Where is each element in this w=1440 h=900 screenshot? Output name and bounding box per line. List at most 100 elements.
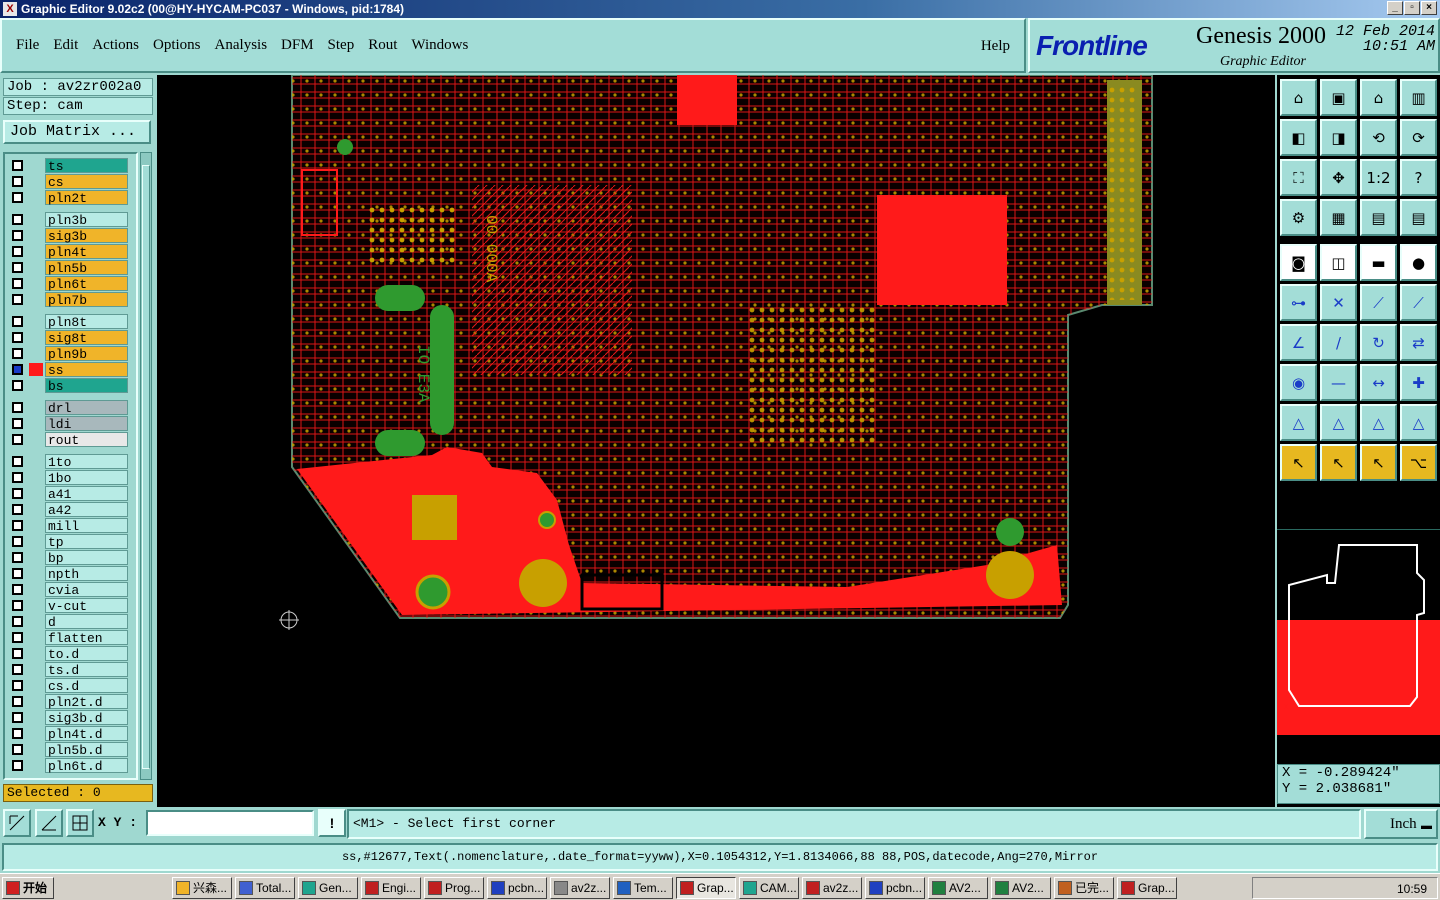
query-icon[interactable]: ? xyxy=(1400,159,1437,196)
layer-checkbox[interactable] xyxy=(12,160,23,171)
select-b-icon[interactable]: ↖ xyxy=(1360,444,1397,481)
layer-row-pln5b.d[interactable]: pln5b.d xyxy=(8,742,128,758)
menu-step[interactable]: Step xyxy=(328,37,355,54)
layer-row-pln6t[interactable]: pln6t xyxy=(8,276,128,292)
taskbar-item[interactable]: Grap... xyxy=(676,877,736,899)
flip-icon[interactable]: ⇄ xyxy=(1400,324,1437,361)
taskbar-item[interactable]: Gen... xyxy=(298,877,358,899)
arc-icon[interactable]: ↻ xyxy=(1360,324,1397,361)
layer-checkbox[interactable] xyxy=(12,176,23,187)
menu-help[interactable]: Help xyxy=(981,38,1010,55)
grid-icon[interactable]: ▦ xyxy=(1320,199,1357,236)
layer-row-mill[interactable]: mill xyxy=(8,518,128,534)
layer-checkbox[interactable] xyxy=(12,364,23,375)
layer-row-to.d[interactable]: to.d xyxy=(8,646,128,662)
redo-icon[interactable]: ◨ xyxy=(1320,119,1357,156)
window-icon[interactable]: ▥ xyxy=(1400,79,1437,116)
layer-toggle-b-icon[interactable]: ▤ xyxy=(1400,199,1437,236)
menu-file[interactable]: File xyxy=(16,37,39,54)
taskbar-item[interactable]: 已完... xyxy=(1054,877,1114,899)
layer-checkbox[interactable] xyxy=(12,246,23,257)
layer-checkbox[interactable] xyxy=(12,402,23,413)
layer-checkbox[interactable] xyxy=(12,294,23,305)
move-icon[interactable]: ✚ xyxy=(1400,364,1437,401)
home-icon[interactable]: ⌂ xyxy=(1360,79,1397,116)
zoom-area-icon[interactable] xyxy=(3,809,31,837)
layer-row-cvia[interactable]: cvia xyxy=(8,582,128,598)
node-up-icon[interactable]: ⟋ xyxy=(1400,284,1437,321)
eraser-icon[interactable]: ◫ xyxy=(1320,244,1357,281)
layer-row-pln6t.d[interactable]: pln6t.d xyxy=(8,758,128,774)
panel-icon[interactable]: ⚙ xyxy=(1280,199,1317,236)
layer-row-pln7b[interactable]: pln7b xyxy=(8,292,128,308)
taskbar-item[interactable]: Total... xyxy=(235,877,295,899)
close-button[interactable]: × xyxy=(1421,1,1437,15)
layer-checkbox[interactable] xyxy=(12,536,23,547)
menu-rout[interactable]: Rout xyxy=(368,37,397,54)
taskbar-item[interactable]: 兴森... xyxy=(172,877,232,899)
layer-checkbox[interactable] xyxy=(12,348,23,359)
layer-checkbox[interactable] xyxy=(12,230,23,241)
layer-row-ss[interactable]: ss xyxy=(8,362,128,378)
layer-checkbox[interactable] xyxy=(12,600,23,611)
layer-row-pln4t[interactable]: pln4t xyxy=(8,244,128,260)
triangle-b-icon[interactable]: △ xyxy=(1320,404,1357,441)
pad-icon[interactable]: ◉ xyxy=(1280,364,1317,401)
layer-checkbox[interactable] xyxy=(12,712,23,723)
layer-checkbox[interactable] xyxy=(12,472,23,483)
layer-checkbox[interactable] xyxy=(12,192,23,203)
undo-icon[interactable]: ◧ xyxy=(1280,119,1317,156)
zoom-center-icon[interactable]: ✥ xyxy=(1320,159,1357,196)
maximize-button[interactable]: ▫ xyxy=(1404,1,1420,15)
taskbar-item[interactable]: Prog... xyxy=(424,877,484,899)
layer-row-bp[interactable]: bp xyxy=(8,550,128,566)
layer-checkbox[interactable] xyxy=(12,552,23,563)
taskbar-item[interactable]: Tem... xyxy=(613,877,673,899)
layer-checkbox[interactable] xyxy=(12,744,23,755)
measure-icon[interactable] xyxy=(35,809,63,837)
xy-input[interactable] xyxy=(146,810,314,836)
taskbar-item[interactable]: CAM... xyxy=(739,877,799,899)
layer-row-ldi[interactable]: ldi xyxy=(8,416,128,432)
layer-checkbox[interactable] xyxy=(12,664,23,675)
taskbar-item[interactable]: pcbn... xyxy=(487,877,547,899)
layer-checkbox[interactable] xyxy=(12,456,23,467)
exclamation-icon[interactable]: ! xyxy=(318,809,346,837)
layer-row-cs[interactable]: cs xyxy=(8,174,128,190)
minimize-button[interactable]: _ xyxy=(1387,1,1403,15)
layer-checkbox[interactable] xyxy=(12,520,23,531)
layer-checkbox[interactable] xyxy=(12,262,23,273)
menu-actions[interactable]: Actions xyxy=(92,37,139,54)
menu-dfm[interactable]: DFM xyxy=(281,37,314,54)
layer-checkbox[interactable] xyxy=(12,488,23,499)
unit-selector[interactable]: Inch ▬ xyxy=(1364,809,1438,839)
layer-checkbox[interactable] xyxy=(12,278,23,289)
layer-checkbox[interactable] xyxy=(12,418,23,429)
layer-row-a42[interactable]: a42 xyxy=(8,502,128,518)
layer-row-sig3b.d[interactable]: sig3b.d xyxy=(8,710,128,726)
zoom-fit-icon[interactable]: ⛶ xyxy=(1280,159,1317,196)
layer-row-drl[interactable]: drl xyxy=(8,400,128,416)
layer-checkbox[interactable] xyxy=(12,434,23,445)
layer-row-rout[interactable]: rout xyxy=(8,432,128,448)
pointer-icon[interactable]: ↖ xyxy=(1280,444,1317,481)
taskbar-item[interactable]: Engi... xyxy=(361,877,421,899)
layer-checkbox[interactable] xyxy=(12,568,23,579)
layer-checkbox[interactable] xyxy=(12,696,23,707)
triangle-d-icon[interactable]: △ xyxy=(1400,404,1437,441)
layer-row-cs.d[interactable]: cs.d xyxy=(8,678,128,694)
node-link-icon[interactable]: ⊶ xyxy=(1280,284,1317,321)
layer-scrollbar[interactable] xyxy=(140,152,152,780)
ruler-icon[interactable]: ▬ xyxy=(1360,244,1397,281)
layer-row-npth[interactable]: npth xyxy=(8,566,128,582)
layer-row-ts[interactable]: ts xyxy=(8,158,128,174)
cross-icon[interactable]: ✕ xyxy=(1320,284,1357,321)
layer-checkbox[interactable] xyxy=(12,380,23,391)
node-right-icon[interactable]: ⟋ xyxy=(1360,284,1397,321)
taskbar-item[interactable]: pcbn... xyxy=(865,877,925,899)
layer-row-ts.d[interactable]: ts.d xyxy=(8,662,128,678)
layer-row-v-cut[interactable]: v-cut xyxy=(8,598,128,614)
layer-checkbox[interactable] xyxy=(12,214,23,225)
step-repeat-icon[interactable]: ⟲ xyxy=(1360,119,1397,156)
layer-row-pln3b[interactable]: pln3b xyxy=(8,212,128,228)
